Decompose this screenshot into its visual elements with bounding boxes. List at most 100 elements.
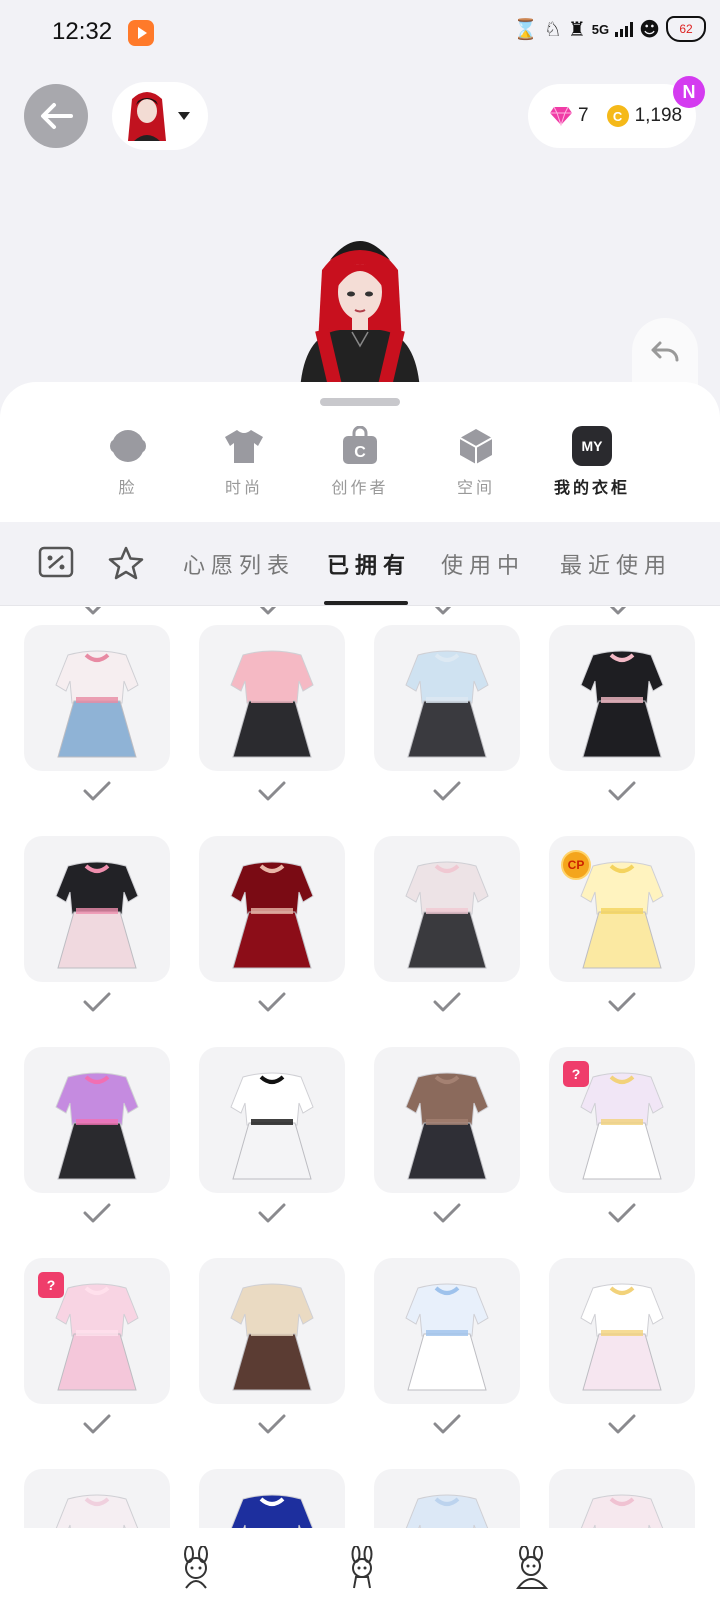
character-icon: ☻ <box>639 17 660 41</box>
outfit-image <box>55 650 139 758</box>
outfit-card[interactable] <box>199 625 345 771</box>
undo-icon <box>651 341 679 362</box>
category-fashion[interactable]: 时尚 <box>189 426 299 498</box>
cp-badge: CP <box>561 850 591 880</box>
owned-check-icon <box>608 1414 636 1434</box>
discount-filter-icon[interactable] <box>38 546 74 578</box>
outfit-card[interactable] <box>549 1258 695 1404</box>
battery-icon: 62 <box>666 16 706 42</box>
owned-check-icon <box>608 1203 636 1223</box>
star-favorites-icon[interactable] <box>108 546 144 580</box>
outfit-card[interactable] <box>374 1047 520 1193</box>
castle-icon: ♜ <box>567 17 586 41</box>
outfit-card[interactable]: CP <box>549 836 695 982</box>
outfit-image <box>55 1072 139 1180</box>
category-my-closet[interactable]: MY 我的衣柜 <box>537 426 647 498</box>
tab-recently-used[interactable]: 最近使用 <box>560 548 672 580</box>
owned-check-icon <box>83 1203 111 1223</box>
outfit-image <box>230 1072 314 1180</box>
outfit-card[interactable] <box>24 625 170 771</box>
back-button[interactable] <box>24 84 88 148</box>
owned-check-icon <box>83 992 111 1012</box>
outfit-card[interactable] <box>374 1258 520 1404</box>
outfit-image <box>580 650 664 758</box>
outfit-card[interactable] <box>24 836 170 982</box>
avatar-preview[interactable] <box>300 230 420 390</box>
tab-owned[interactable]: 已拥有 <box>327 548 411 580</box>
owned-check-icon <box>433 607 461 615</box>
outfit-grid: CP?? <box>0 607 720 1542</box>
avatar-thumbnail <box>128 92 166 141</box>
outfit-card[interactable] <box>199 1047 345 1193</box>
tshirt-icon <box>224 426 264 466</box>
wardrobe-sheet: 脸 时尚 C 创作者 空间 MY 我的衣柜 心愿列表 已拥有 使用中 最近使用 … <box>0 382 720 1612</box>
owned-check-icon <box>433 1414 461 1434</box>
status-time: 12:32 <box>52 18 113 45</box>
bunny-boy-icon[interactable] <box>342 1546 382 1590</box>
owned-check-icon <box>258 781 286 801</box>
outfit-card[interactable] <box>374 625 520 771</box>
coin-count: 1,198 <box>634 105 683 126</box>
wardrobe-tab-bar: 心愿列表 已拥有 使用中 最近使用 <box>0 522 720 606</box>
tab-wishlist[interactable]: 心愿列表 <box>183 548 295 580</box>
gem-count: 7 <box>578 105 589 126</box>
owned-check-icon <box>433 781 461 801</box>
category-face[interactable]: 脸 <box>73 426 183 498</box>
outfit-image <box>405 1283 489 1391</box>
category-label: 空间 <box>456 478 495 497</box>
outfit-card[interactable]: ? <box>24 1258 170 1404</box>
outfit-card[interactable] <box>199 836 345 982</box>
category-label: 脸 <box>118 478 138 497</box>
notification-badge[interactable]: N <box>673 76 705 108</box>
owned-check-icon <box>83 1414 111 1434</box>
app-notification-icon <box>128 20 154 46</box>
face-icon <box>108 426 148 466</box>
owned-check-icon <box>83 781 111 801</box>
hourglass-icon: ⌛ <box>513 17 538 41</box>
category-row: 脸 时尚 C 创作者 空间 MY 我的衣柜 <box>0 426 720 506</box>
category-space[interactable]: 空间 <box>421 426 531 498</box>
category-creator[interactable]: C 创作者 <box>305 426 415 498</box>
outfit-card[interactable] <box>24 1047 170 1193</box>
outfit-card[interactable]: ? <box>549 1047 695 1193</box>
outfit-card[interactable] <box>549 625 695 771</box>
outfit-image <box>405 650 489 758</box>
category-label: 我的衣柜 <box>553 478 630 497</box>
signal-icon <box>615 21 634 37</box>
category-label: 时尚 <box>224 478 263 497</box>
owned-check-icon <box>608 781 636 801</box>
outfit-image <box>230 1283 314 1391</box>
bunny-dress-icon[interactable] <box>512 1546 552 1590</box>
owned-check-icon <box>433 992 461 1012</box>
outfit-image <box>55 861 139 969</box>
sheet-handle[interactable] <box>320 398 400 406</box>
owned-check-icon <box>258 1203 286 1223</box>
my-closet-icon: MY <box>572 426 612 466</box>
outfit-image <box>405 861 489 969</box>
outfit-image <box>405 1072 489 1180</box>
category-label: 创作者 <box>331 478 389 497</box>
outfit-card[interactable] <box>199 1258 345 1404</box>
coin-icon: C <box>606 105 629 127</box>
avatar-switcher[interactable] <box>112 82 208 150</box>
mystery-box-icon: ? <box>38 1272 64 1298</box>
owned-check-icon <box>258 1414 286 1434</box>
currency-bar[interactable]: 7 C 1,198 <box>528 84 696 148</box>
owned-check-icon <box>83 607 111 615</box>
tab-in-use[interactable]: 使用中 <box>441 548 525 580</box>
owned-check-icon <box>608 992 636 1012</box>
owned-check-icon <box>433 1203 461 1223</box>
outfit-image <box>230 650 314 758</box>
status-icons: ⌛ ♘ ♜ 5G ☻ 62 <box>513 16 706 42</box>
creator-icon-text: C <box>354 444 366 461</box>
owned-check-icon <box>258 607 286 615</box>
arrow-left-icon <box>41 103 73 129</box>
active-tab-indicator <box>324 601 408 605</box>
owned-check-icon <box>608 607 636 615</box>
outfit-card[interactable] <box>374 836 520 982</box>
creator-bag-icon: C <box>340 426 380 466</box>
bunny-girl-icon[interactable] <box>176 1546 216 1590</box>
owned-check-icon <box>258 992 286 1012</box>
space-cube-icon <box>456 426 496 466</box>
status-bar: 12:32 ⌛ ♘ ♜ 5G ☻ 62 <box>0 0 720 64</box>
